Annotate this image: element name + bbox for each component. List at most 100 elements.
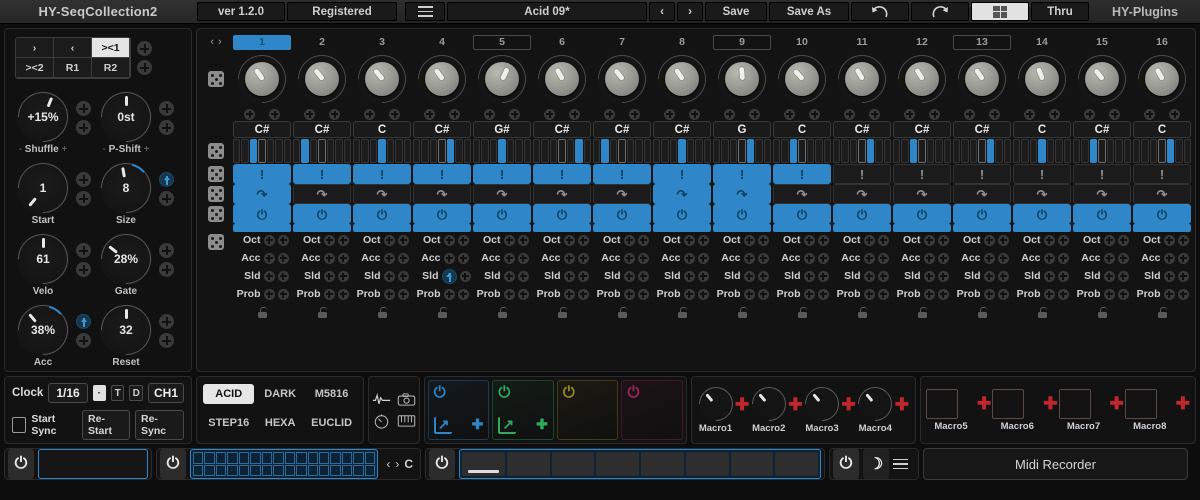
velocity-sub-cell[interactable] bbox=[353, 139, 361, 163]
param-dec-button[interactable] bbox=[923, 234, 935, 246]
accent-toggle[interactable]: ! bbox=[1013, 164, 1071, 184]
gate-toggle[interactable]: ⏻ bbox=[473, 204, 531, 224]
strip-pad-display[interactable] bbox=[459, 449, 821, 479]
step-bar[interactable] bbox=[1133, 224, 1191, 232]
pitch-down-button[interactable] bbox=[904, 108, 915, 120]
pitch-down-button[interactable] bbox=[484, 108, 495, 120]
param-dec-button[interactable] bbox=[983, 288, 995, 300]
module-slot[interactable]: ⏻ bbox=[556, 380, 619, 440]
redo-button[interactable] bbox=[911, 2, 969, 21]
velocity-sub-cell[interactable] bbox=[609, 139, 618, 163]
velocity-sub-cell[interactable] bbox=[866, 139, 875, 163]
pitch-down-button[interactable] bbox=[544, 108, 555, 120]
velocity-sub-cell[interactable] bbox=[1003, 139, 1011, 163]
param-dec-button[interactable] bbox=[323, 234, 335, 246]
pitch-up-button[interactable] bbox=[749, 108, 760, 120]
param-inc-button[interactable] bbox=[517, 288, 529, 300]
velocity-sub-cell[interactable] bbox=[309, 139, 318, 163]
velocity-sub-cell[interactable] bbox=[798, 139, 806, 163]
param-dec-button[interactable] bbox=[263, 288, 275, 300]
velocity-sub-cell[interactable] bbox=[1106, 139, 1115, 163]
velocity-sub-cell[interactable] bbox=[421, 139, 429, 163]
step-number[interactable]: 13 bbox=[953, 34, 1011, 50]
note-name[interactable]: C# bbox=[653, 121, 711, 138]
strip-power-button-4[interactable]: ⏻ bbox=[833, 449, 859, 479]
hamburger-icon[interactable] bbox=[893, 458, 908, 470]
velocity-sub-cell[interactable] bbox=[533, 139, 541, 163]
strip-display-1[interactable] bbox=[38, 449, 148, 479]
velocity-cell[interactable] bbox=[533, 138, 591, 164]
slide-toggle[interactable]: ↷ bbox=[893, 184, 951, 204]
accent-toggle[interactable]: ! bbox=[473, 164, 531, 184]
velocity-cell[interactable] bbox=[593, 138, 651, 164]
velocity-sub-cell[interactable] bbox=[515, 139, 523, 163]
slot-add-icon[interactable]: ✚ bbox=[536, 417, 548, 434]
param-inc-button[interactable] bbox=[337, 288, 349, 300]
preset-name-display[interactable]: Acid 09* bbox=[447, 2, 647, 21]
step-number[interactable]: 11 bbox=[833, 35, 891, 50]
accent-toggle[interactable]: ! bbox=[653, 164, 711, 184]
step-bar[interactable] bbox=[533, 224, 591, 232]
velocity-sub-cell[interactable] bbox=[1183, 139, 1191, 163]
grid-cell[interactable] bbox=[319, 464, 330, 476]
pitch-down-button[interactable] bbox=[964, 108, 975, 120]
strip-prev-button[interactable]: ‹ bbox=[386, 457, 390, 471]
velocity-sub-cell[interactable] bbox=[301, 139, 309, 163]
param-inc-button[interactable] bbox=[1177, 252, 1189, 264]
velocity-sub-cell[interactable] bbox=[455, 139, 463, 163]
velocity-sub-cell[interactable] bbox=[233, 139, 241, 163]
param-dec-button[interactable] bbox=[1043, 270, 1055, 282]
accent-toggle[interactable]: ! bbox=[413, 164, 471, 184]
knob-dec-button[interactable] bbox=[76, 262, 91, 277]
step-number[interactable]: 14 bbox=[1013, 35, 1071, 50]
accent-toggle[interactable]: ! bbox=[533, 164, 591, 184]
param-inc-button[interactable] bbox=[817, 252, 829, 264]
param-dec-button[interactable] bbox=[383, 234, 395, 246]
slide-toggle[interactable]: ↷ bbox=[953, 184, 1011, 204]
macro-assign-icon[interactable]: ✚ bbox=[977, 395, 991, 426]
param-inc-button[interactable] bbox=[457, 288, 469, 300]
param-dec-button[interactable] bbox=[443, 252, 455, 264]
velocity-sub-cell[interactable] bbox=[926, 139, 935, 163]
note-name[interactable]: C# bbox=[893, 121, 951, 138]
gate-toggle[interactable]: ⏻ bbox=[233, 204, 291, 224]
velocity-sub-cell[interactable] bbox=[1158, 139, 1166, 163]
velocity-sub-cell[interactable] bbox=[995, 139, 1003, 163]
velocity-sub-cell[interactable] bbox=[918, 139, 926, 163]
lock-cell[interactable] bbox=[893, 304, 951, 320]
velocity-sub-cell[interactable] bbox=[1081, 139, 1089, 163]
mode-button-euclid[interactable]: EUCLID bbox=[306, 413, 357, 433]
transport-button[interactable]: ‹ bbox=[54, 38, 92, 58]
velocity-sub-cell[interactable] bbox=[815, 139, 823, 163]
velocity-sub-cell[interactable] bbox=[781, 139, 789, 163]
velocity-sub-cell[interactable] bbox=[823, 139, 831, 163]
velocity-sub-cell[interactable] bbox=[686, 139, 695, 163]
modulation-button[interactable] bbox=[441, 268, 457, 284]
pitch-down-button[interactable] bbox=[724, 108, 735, 120]
param-dec-button[interactable] bbox=[923, 270, 935, 282]
velocity-sub-cell[interactable] bbox=[446, 139, 455, 163]
param-dec-button[interactable] bbox=[563, 288, 575, 300]
waveform-icon[interactable] bbox=[372, 392, 391, 407]
lock-cell[interactable] bbox=[773, 304, 831, 320]
pitch-knob[interactable] bbox=[828, 45, 896, 113]
velocity-sub-cell[interactable] bbox=[541, 139, 549, 163]
step-number[interactable]: 8 bbox=[653, 35, 711, 50]
step-number[interactable]: 7 bbox=[593, 35, 651, 50]
param-inc-button[interactable] bbox=[937, 252, 949, 264]
grid-cell[interactable] bbox=[215, 452, 227, 464]
velocity-sub-cell[interactable] bbox=[1055, 139, 1063, 163]
param-inc-button[interactable] bbox=[817, 288, 829, 300]
preset-prev-button[interactable]: ‹ bbox=[649, 2, 675, 21]
param-inc-button[interactable] bbox=[277, 234, 289, 246]
velocity-cell[interactable] bbox=[473, 138, 531, 164]
param-dec-button[interactable] bbox=[623, 288, 635, 300]
macro-button[interactable] bbox=[926, 388, 958, 419]
param-inc-button[interactable] bbox=[1057, 270, 1069, 282]
lock-cell[interactable] bbox=[353, 304, 411, 320]
param-inc-button[interactable] bbox=[277, 252, 289, 264]
clock-triplet-button[interactable]: T bbox=[110, 385, 125, 401]
step-number[interactable]: 6 bbox=[533, 35, 591, 50]
slide-toggle[interactable]: ↷ bbox=[353, 184, 411, 204]
param-dec-button[interactable] bbox=[503, 252, 515, 264]
